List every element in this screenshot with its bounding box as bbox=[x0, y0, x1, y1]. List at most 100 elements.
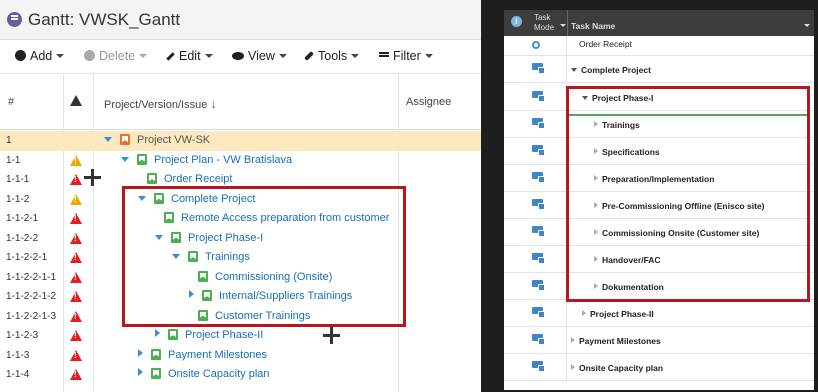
add-button[interactable]: Add bbox=[15, 49, 65, 63]
col-assignee-header[interactable]: Assignee bbox=[406, 96, 451, 108]
table-row[interactable]: 1-1-4 Onsite Capacity plan bbox=[0, 365, 481, 385]
expand-icon[interactable] bbox=[582, 310, 586, 316]
edit-button[interactable]: Edit bbox=[166, 49, 213, 63]
move-cursor-icon bbox=[84, 169, 101, 186]
task-list-header: i Task Mode Task Name bbox=[504, 10, 814, 36]
pencil-icon bbox=[166, 52, 175, 61]
row-text: Project VW-SK bbox=[137, 134, 211, 146]
task-row[interactable]: Onsite Capacity plan bbox=[504, 354, 814, 381]
mode-cell bbox=[504, 36, 567, 55]
auto-schedule-icon bbox=[532, 91, 545, 102]
mode-cell bbox=[504, 83, 567, 110]
table-row[interactable]: 1-1-2-3 Project Phase-II bbox=[0, 326, 481, 346]
filter-button[interactable]: Filter bbox=[379, 49, 433, 63]
view-label: View bbox=[248, 49, 275, 63]
task-mode-line2: Mode bbox=[534, 23, 555, 32]
chevron-down-icon[interactable] bbox=[804, 24, 810, 27]
filter-label: Filter bbox=[393, 49, 421, 63]
task-row[interactable]: Project Phase-II bbox=[504, 300, 814, 327]
issue-icon bbox=[168, 329, 178, 340]
gantt-title-bar: Gantt: VWSK_Gantt bbox=[0, 0, 481, 40]
collapse-icon[interactable] bbox=[121, 156, 129, 162]
warning-icon bbox=[70, 369, 82, 380]
issue-icon bbox=[151, 348, 161, 360]
row-text: Project Plan - VW Bratislava bbox=[154, 153, 293, 166]
delete-button[interactable]: Delete bbox=[84, 49, 148, 63]
collapse-icon[interactable] bbox=[571, 68, 577, 72]
filter-lines-icon bbox=[379, 55, 389, 57]
row-label[interactable]: Project Phase-II bbox=[155, 329, 263, 341]
row-label[interactable]: Project Plan - VW Bratislava bbox=[121, 153, 293, 166]
tools-label: Tools bbox=[318, 49, 348, 63]
expand-icon[interactable] bbox=[138, 368, 143, 376]
issue-icon bbox=[151, 368, 161, 379]
chevron-down-icon bbox=[351, 54, 360, 58]
mode-cell bbox=[504, 273, 567, 299]
row-label[interactable]: Payment Milestones bbox=[138, 348, 267, 361]
row-number: 1-1-2-2 bbox=[6, 232, 39, 244]
auto-schedule-icon bbox=[532, 334, 545, 345]
gantt-panel: Gantt: VWSK_Gantt Add Delete Edit View T… bbox=[0, 0, 481, 392]
version-icon bbox=[137, 153, 147, 165]
expand-icon[interactable] bbox=[155, 329, 160, 337]
task-name-text: Complete Project bbox=[581, 65, 651, 75]
task-name: Complete Project bbox=[571, 65, 651, 75]
menu-circle-icon[interactable] bbox=[7, 12, 22, 27]
auto-schedule-icon bbox=[532, 226, 545, 237]
expand-icon[interactable] bbox=[571, 364, 575, 370]
move-cursor-icon bbox=[323, 327, 340, 344]
task-row[interactable]: Payment Milestones bbox=[504, 327, 814, 354]
col-task-name-header[interactable]: Task Name bbox=[571, 21, 615, 31]
auto-schedule-icon bbox=[532, 307, 545, 318]
warning-column-icon[interactable] bbox=[70, 95, 82, 106]
chevron-down-icon bbox=[278, 54, 287, 58]
wrench-icon bbox=[304, 51, 314, 61]
auto-schedule-icon bbox=[532, 118, 545, 129]
view-button[interactable]: View bbox=[232, 49, 287, 63]
col-number-header[interactable]: # bbox=[8, 96, 14, 108]
mode-cell bbox=[504, 246, 567, 272]
row-label[interactable]: Order Receipt bbox=[138, 173, 232, 185]
info-icon[interactable]: i bbox=[511, 16, 522, 27]
warning-icon bbox=[70, 213, 82, 224]
task-name: Payment Milestones bbox=[571, 336, 661, 346]
table-row[interactable]: 1 Project VW-SK bbox=[0, 131, 481, 151]
row-label[interactable]: Project VW-SK bbox=[104, 134, 210, 146]
row-number: 1-1-2-2-1-1 bbox=[6, 271, 57, 283]
mode-cell bbox=[504, 192, 567, 218]
chevron-down-icon[interactable] bbox=[560, 24, 566, 27]
table-row[interactable]: 1-1 Project Plan - VW Bratislava bbox=[0, 151, 481, 171]
col-issue-header[interactable]: Project/Version/Issue ↓ bbox=[104, 96, 217, 111]
gantt-toolbar: Add Delete Edit View Tools Filter bbox=[0, 40, 481, 74]
task-row[interactable]: Order Receipt bbox=[504, 36, 814, 56]
mode-cell bbox=[504, 165, 567, 191]
gantt-title: Gantt: VWSK_Gantt bbox=[28, 10, 181, 29]
warning-icon bbox=[70, 271, 82, 283]
edit-label: Edit bbox=[179, 49, 201, 63]
eye-icon bbox=[232, 52, 244, 60]
row-number: 1-1-2-2-1 bbox=[6, 252, 48, 263]
sort-down-icon: ↓ bbox=[210, 96, 217, 111]
mode-cell bbox=[504, 300, 567, 326]
row-label[interactable]: Onsite Capacity plan bbox=[138, 368, 270, 380]
warning-icon bbox=[70, 193, 82, 205]
chevron-down-icon bbox=[139, 54, 148, 58]
auto-schedule-icon bbox=[532, 361, 545, 372]
collapse-icon[interactable] bbox=[104, 137, 112, 142]
issue-icon bbox=[147, 173, 157, 184]
expand-icon[interactable] bbox=[138, 348, 143, 357]
row-number: 1-1-2-3 bbox=[6, 330, 39, 341]
mode-cell bbox=[504, 111, 567, 137]
row-number: 1-1 bbox=[6, 154, 21, 166]
warning-icon bbox=[70, 330, 82, 341]
mode-cell bbox=[504, 219, 567, 245]
table-row[interactable]: 1-1-3 Payment Milestones bbox=[0, 346, 481, 366]
tools-button[interactable]: Tools bbox=[304, 49, 360, 63]
warning-icon bbox=[70, 349, 82, 361]
expand-icon[interactable] bbox=[571, 337, 575, 343]
col-task-mode-header[interactable]: Task Mode bbox=[534, 13, 554, 33]
auto-schedule-icon bbox=[532, 145, 545, 156]
task-row[interactable]: Complete Project bbox=[504, 56, 814, 83]
highlight-box bbox=[566, 86, 810, 302]
row-number: 1-1-2-2-1-3 bbox=[6, 310, 57, 322]
